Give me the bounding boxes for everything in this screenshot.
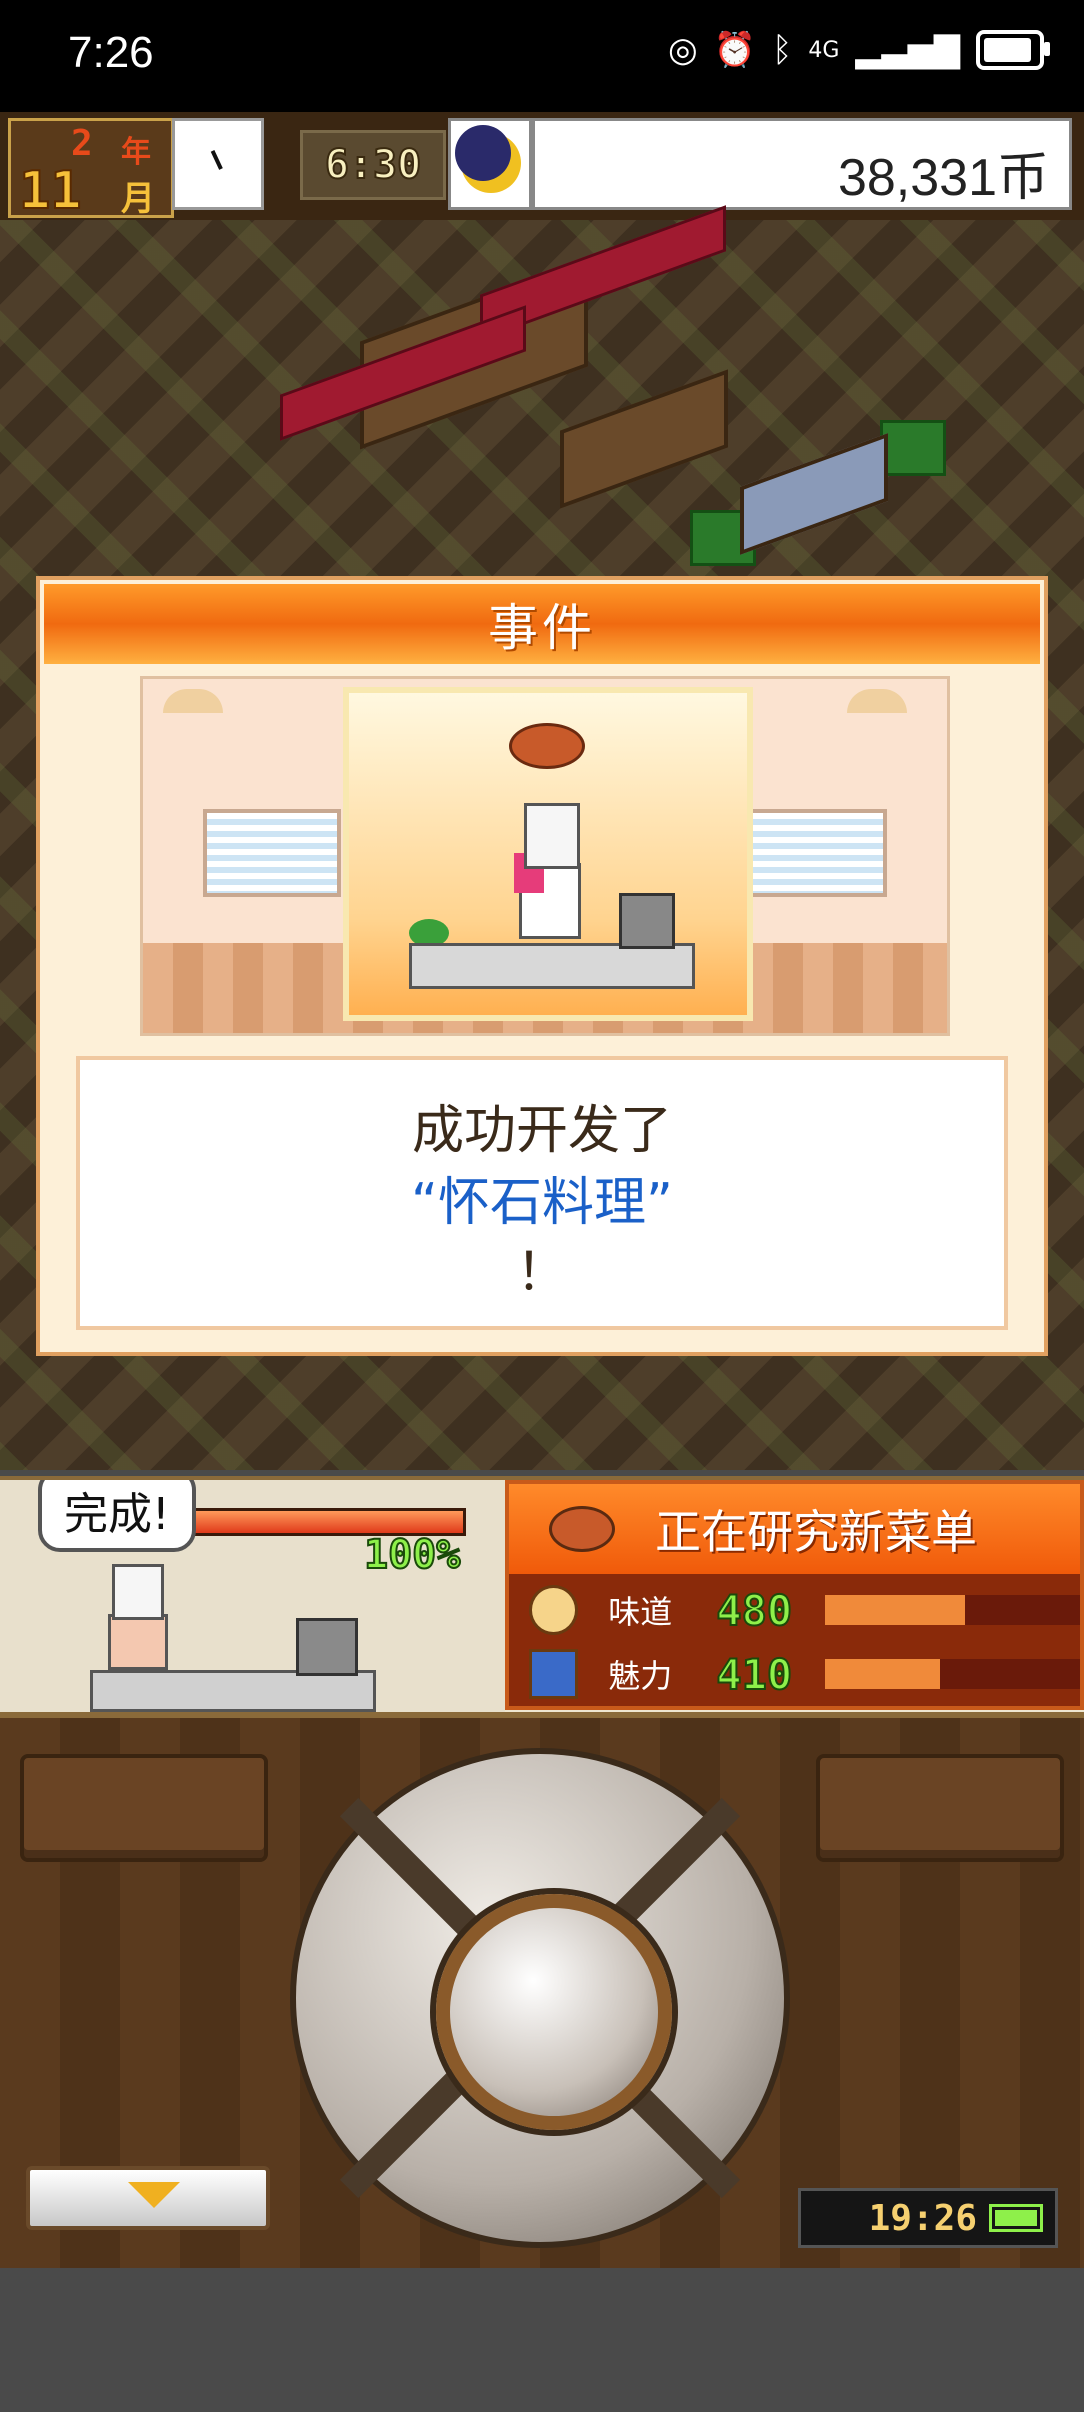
- stat-label: 味道: [608, 1593, 673, 1631]
- date-display: 2 年 11 月: [8, 118, 174, 222]
- network-type: 4G: [808, 37, 840, 63]
- chef-hat-icon: [112, 1564, 164, 1620]
- stat-label: 魅力: [608, 1657, 673, 1695]
- dish-icon: [549, 1506, 615, 1552]
- status-icons: ◎ ⏰ ᛒ 4G ▂▃▅▇: [667, 30, 1050, 70]
- event-message-line1: 成功开发了: [411, 1101, 672, 1161]
- event-title: 事件: [488, 599, 596, 657]
- charm-icon: [529, 1649, 579, 1699]
- game-time: 6:30: [300, 130, 446, 200]
- kitchen-counter: [409, 943, 695, 989]
- stat-row-taste: 味道 480: [509, 1580, 1081, 1640]
- game-top-bar: 2 年 11 月 6:30 38,331币: [0, 112, 1084, 224]
- chef-spotlight: [343, 687, 753, 1021]
- clock-icon: [172, 118, 264, 210]
- research-percent: 100%: [363, 1531, 461, 1579]
- stat-row-charm: 魅力 410: [509, 1644, 1081, 1704]
- ingame-clock: 19:26: [798, 2188, 1058, 2248]
- year-number: 2: [71, 123, 93, 164]
- month-number: 11: [18, 160, 83, 222]
- event-message-box: 成功开发了 “怀石料理” ！: [76, 1056, 1008, 1330]
- restaurant-chair: [880, 420, 946, 476]
- moon-icon: [448, 118, 532, 210]
- left-shoulder-button[interactable]: [20, 1754, 268, 1862]
- menu-toggle-button[interactable]: [26, 2166, 270, 2230]
- chevron-down-icon: [128, 2182, 180, 2208]
- kitchen-counter: [90, 1670, 376, 1712]
- window-icon: [203, 809, 341, 897]
- status-time: 7:26: [68, 28, 154, 77]
- ingame-time: 19:26: [868, 2197, 977, 2239]
- dish-icon: [509, 723, 585, 769]
- dpad[interactable]: [290, 1748, 790, 2248]
- event-dialog[interactable]: 事件 成功开发了 “怀石料理” ！: [36, 576, 1048, 1356]
- chef-face: [108, 1614, 168, 1670]
- event-message-line3: ！: [515, 1243, 568, 1303]
- right-shoulder-button[interactable]: [816, 1754, 1064, 1862]
- alarm-icon: ⏰: [713, 30, 756, 70]
- money-display: 38,331币: [532, 118, 1072, 210]
- speech-bubble: 完成!: [38, 1480, 196, 1552]
- research-title: 正在研究新菜单: [655, 1505, 977, 1559]
- stat-value: 480: [715, 1585, 793, 1636]
- data-saver-icon: ◎: [667, 30, 698, 70]
- stat-bar-fill: [824, 1595, 966, 1625]
- lamp-icon: [847, 689, 907, 713]
- year-unit: 年: [121, 135, 151, 170]
- bluetooth-icon: ᛒ: [771, 30, 793, 70]
- status-bar: 7:26 ◎ ⏰ ᛒ 4G ▂▃▅▇: [0, 0, 1084, 112]
- event-header: 事件: [44, 584, 1040, 664]
- battery-icon: [989, 2204, 1043, 2232]
- dpad-center-button[interactable]: [436, 1894, 672, 2130]
- research-panel[interactable]: 正在研究新菜单 味道 480 魅力 410: [505, 1480, 1084, 1710]
- stat-bar: [824, 1659, 1081, 1689]
- event-dish-name: “怀石料理”: [411, 1173, 673, 1233]
- pot-icon: [619, 893, 675, 949]
- kitchen-strip[interactable]: 100% 完成!: [0, 1480, 505, 1716]
- stat-bar: [824, 1595, 1081, 1625]
- research-header: 正在研究新菜单: [509, 1484, 1080, 1574]
- research-progress-fill: [163, 1511, 463, 1533]
- month-unit: 月: [121, 179, 155, 219]
- event-illustration: [140, 676, 950, 1036]
- lamp-icon: [163, 689, 223, 713]
- stat-value: 410: [715, 1649, 793, 1700]
- chef-hat-icon: [524, 803, 580, 869]
- signal-icon: ▂▃▅▇: [855, 30, 960, 70]
- stat-bar-fill: [824, 1659, 940, 1689]
- window-icon: [749, 809, 887, 897]
- pot-icon: [296, 1618, 358, 1676]
- money-amount: 38,331币: [837, 149, 1049, 207]
- controller-area: 19:26: [0, 1712, 1084, 2268]
- bottom-hud: 100% 完成! 正在研究新菜单 味道 480 魅力 410: [0, 1476, 1084, 1716]
- battery-icon: [976, 30, 1050, 70]
- taste-icon: [529, 1585, 579, 1635]
